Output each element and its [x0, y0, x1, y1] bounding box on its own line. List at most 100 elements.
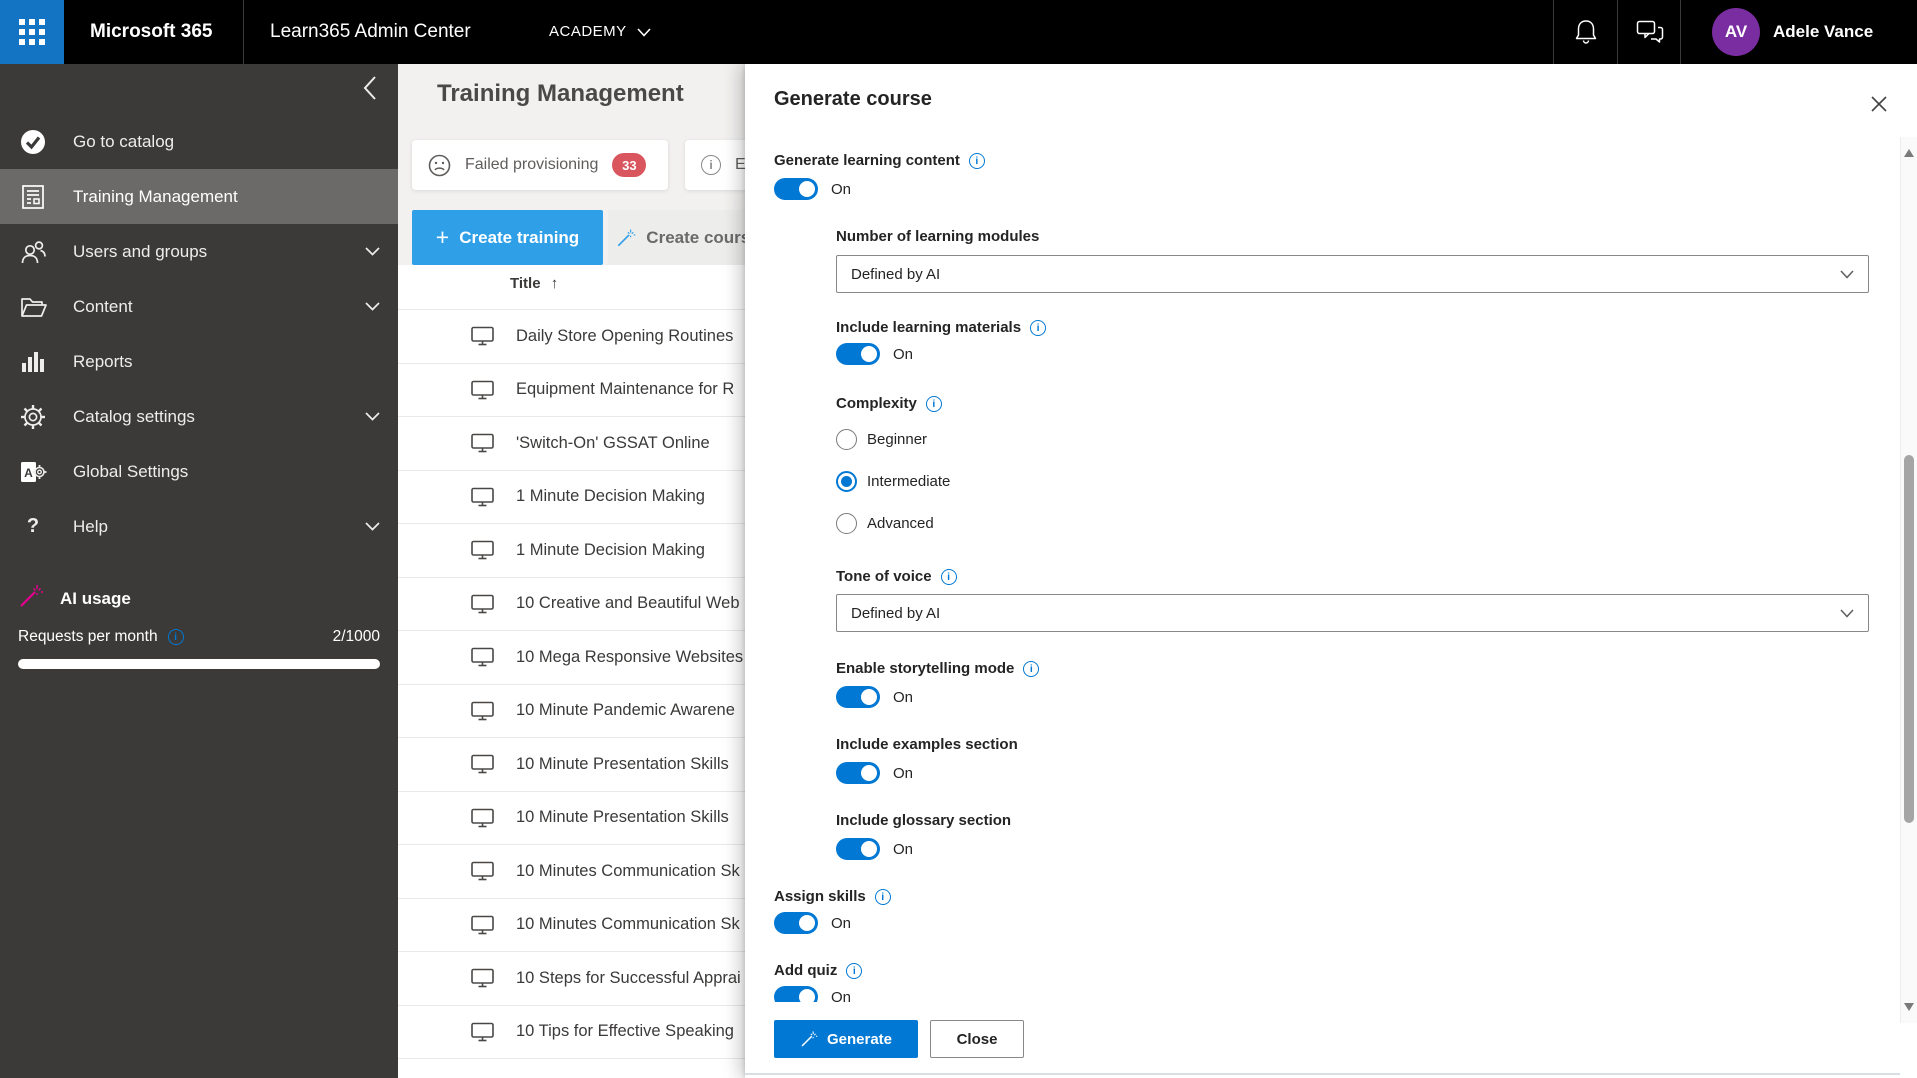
- waffle-icon: [19, 19, 45, 45]
- table-header: Title ↑: [398, 265, 745, 310]
- table-row[interactable]: 10 Tips for Effective Speaking: [398, 1006, 745, 1059]
- table-row[interactable]: 10 Minute Presentation Skills: [398, 792, 745, 845]
- complexity-option-intermediate[interactable]: Intermediate: [836, 471, 950, 492]
- requests-label: Requests per month: [18, 628, 158, 645]
- generate-learning-content-toggle[interactable]: [774, 178, 818, 200]
- course-monitor-icon: [471, 326, 494, 346]
- table-row[interactable]: 10 Minutes Communication Sk: [398, 899, 745, 952]
- include-learning-materials-label: Include learning materials i: [836, 319, 1047, 336]
- table-row[interactable]: 'Switch-On' GSSAT Online: [398, 417, 745, 471]
- course-monitor-icon: [471, 808, 494, 828]
- generate-button[interactable]: Generate: [774, 1020, 918, 1058]
- sidebar-item-training-management[interactable]: Training Management: [0, 169, 398, 224]
- table-row[interactable]: 1 Minute Decision Making: [398, 524, 745, 578]
- panel-footer: Generate Close: [745, 1002, 1900, 1078]
- sidebar-item-global-settings[interactable]: A Global Settings: [0, 444, 398, 499]
- tenant-menu[interactable]: ACADEMY: [549, 0, 651, 64]
- dropdown-value: Defined by AI: [851, 604, 941, 622]
- toggle-state: On: [893, 840, 914, 858]
- include-glossary-toggle[interactable]: [836, 838, 880, 860]
- sidebar-item-label: Training Management: [73, 186, 238, 206]
- training-title: 1 Minute Decision Making: [516, 487, 705, 506]
- gear-icon: [18, 404, 48, 430]
- sidebar-item-label: Go to catalog: [73, 131, 175, 151]
- table-row[interactable]: 10 Minutes Communication Sk: [398, 845, 745, 899]
- filter-card-label: Failed provisioning: [465, 156, 599, 173]
- scrollbar-down-arrow-icon[interactable]: [1904, 1003, 1914, 1011]
- field-label: Generate learning content: [774, 152, 960, 169]
- sidebar-item-content[interactable]: Content: [0, 279, 398, 334]
- info-icon[interactable]: i: [940, 568, 957, 585]
- info-icon[interactable]: i: [1023, 660, 1040, 677]
- field-label: Include glossary section: [836, 812, 1012, 829]
- chat-button[interactable]: [1618, 0, 1681, 64]
- number-of-modules-label: Number of learning modules: [836, 228, 1039, 245]
- app-name[interactable]: Learn365 Admin Center: [270, 0, 471, 64]
- assign-skills-toggle[interactable]: [774, 912, 818, 934]
- table-row[interactable]: 10 Steps for Successful Apprai: [398, 952, 745, 1006]
- panel-scrollbar[interactable]: [1900, 137, 1917, 1023]
- close-button[interactable]: Close: [930, 1020, 1024, 1058]
- add-quiz-toggle[interactable]: [774, 986, 818, 1002]
- training-management-page: Training Management Failed provisioning …: [398, 64, 745, 1078]
- table-row[interactable]: 1 Minute Decision Making: [398, 471, 745, 524]
- include-learning-materials-toggle-row: On: [836, 343, 913, 365]
- include-examples-toggle[interactable]: [836, 762, 880, 784]
- app-launcher-button[interactable]: [0, 0, 64, 64]
- field-label: Include examples section: [836, 736, 1018, 753]
- radio-label: Beginner: [867, 431, 928, 448]
- table-row[interactable]: Daily Store Opening Routines: [398, 310, 745, 364]
- create-training-button[interactable]: + Create training: [412, 210, 603, 265]
- tone-of-voice-dropdown[interactable]: Defined by AI: [836, 594, 1869, 632]
- table-row[interactable]: 10 Minute Pandemic Awarene: [398, 685, 745, 738]
- requests-progress-bar: [18, 659, 380, 669]
- info-icon[interactable]: i: [846, 962, 863, 979]
- enable-storytelling-toggle[interactable]: [836, 686, 880, 708]
- toggle-state: On: [893, 345, 914, 363]
- training-title: 10 Steps for Successful Apprai: [516, 968, 741, 987]
- table-row[interactable]: Equipment Maintenance for R: [398, 364, 745, 417]
- magic-wand-icon: [18, 583, 44, 614]
- notifications-button[interactable]: [1554, 0, 1617, 64]
- info-icon[interactable]: i: [874, 888, 891, 905]
- complexity-option-advanced[interactable]: Advanced: [836, 513, 934, 534]
- product-name[interactable]: Microsoft 365: [90, 0, 212, 64]
- generate-button-label: Generate: [826, 1030, 893, 1048]
- sidebar-item-users-and-groups[interactable]: Users and groups: [0, 224, 398, 279]
- enable-storytelling-label: Enable storytelling mode i: [836, 660, 1040, 677]
- include-examples-toggle-row: On: [836, 762, 913, 784]
- training-title: 10 Minute Pandemic Awarene: [516, 701, 735, 720]
- table-row[interactable]: 10 Minute Presentation Skills: [398, 738, 745, 792]
- column-label: Title: [510, 275, 541, 292]
- sidebar-item-reports[interactable]: Reports: [0, 334, 398, 389]
- sidebar-item-go-to-catalog[interactable]: Go to catalog: [0, 114, 398, 169]
- number-of-modules-dropdown[interactable]: Defined by AI: [836, 255, 1869, 293]
- title-column-header[interactable]: Title ↑: [510, 275, 558, 292]
- radio-checked-icon: [836, 471, 857, 492]
- sidebar-item-help[interactable]: ? Help: [0, 499, 398, 554]
- toggle-state: On: [893, 688, 914, 706]
- topbar-divider: [243, 0, 244, 64]
- scrollbar-thumb[interactable]: [1904, 455, 1914, 823]
- sidebar-collapse-button[interactable]: [356, 74, 384, 102]
- include-learning-materials-toggle[interactable]: [836, 343, 880, 365]
- complexity-option-beginner[interactable]: Beginner: [836, 429, 927, 450]
- user-name[interactable]: Adele Vance: [1773, 0, 1873, 64]
- include-glossary-label: Include glossary section: [836, 812, 1011, 829]
- sidebar-item-catalog-settings[interactable]: Catalog settings: [0, 389, 398, 444]
- add-quiz-label: Add quiz i: [774, 962, 863, 979]
- table-row[interactable]: 10 Mega Responsive Websites: [398, 631, 745, 685]
- training-title: 10 Creative and Beautiful Web: [516, 594, 740, 613]
- table-row[interactable]: 10 Creative and Beautiful Web: [398, 578, 745, 631]
- failed-provisioning-card[interactable]: Failed provisioning 33: [412, 140, 668, 190]
- second-filter-card[interactable]: i E: [685, 140, 745, 190]
- info-icon[interactable]: i: [167, 629, 184, 645]
- info-icon[interactable]: i: [925, 395, 942, 412]
- info-icon[interactable]: i: [968, 152, 985, 169]
- scrollbar-up-arrow-icon[interactable]: [1904, 149, 1914, 157]
- complexity-label: Complexity i: [836, 395, 942, 412]
- info-icon[interactable]: i: [1030, 319, 1047, 336]
- create-course-button[interactable]: Create course: [608, 210, 745, 265]
- sidebar-item-ai-usage[interactable]: AI usage: [18, 583, 131, 614]
- user-avatar[interactable]: AV: [1712, 8, 1760, 56]
